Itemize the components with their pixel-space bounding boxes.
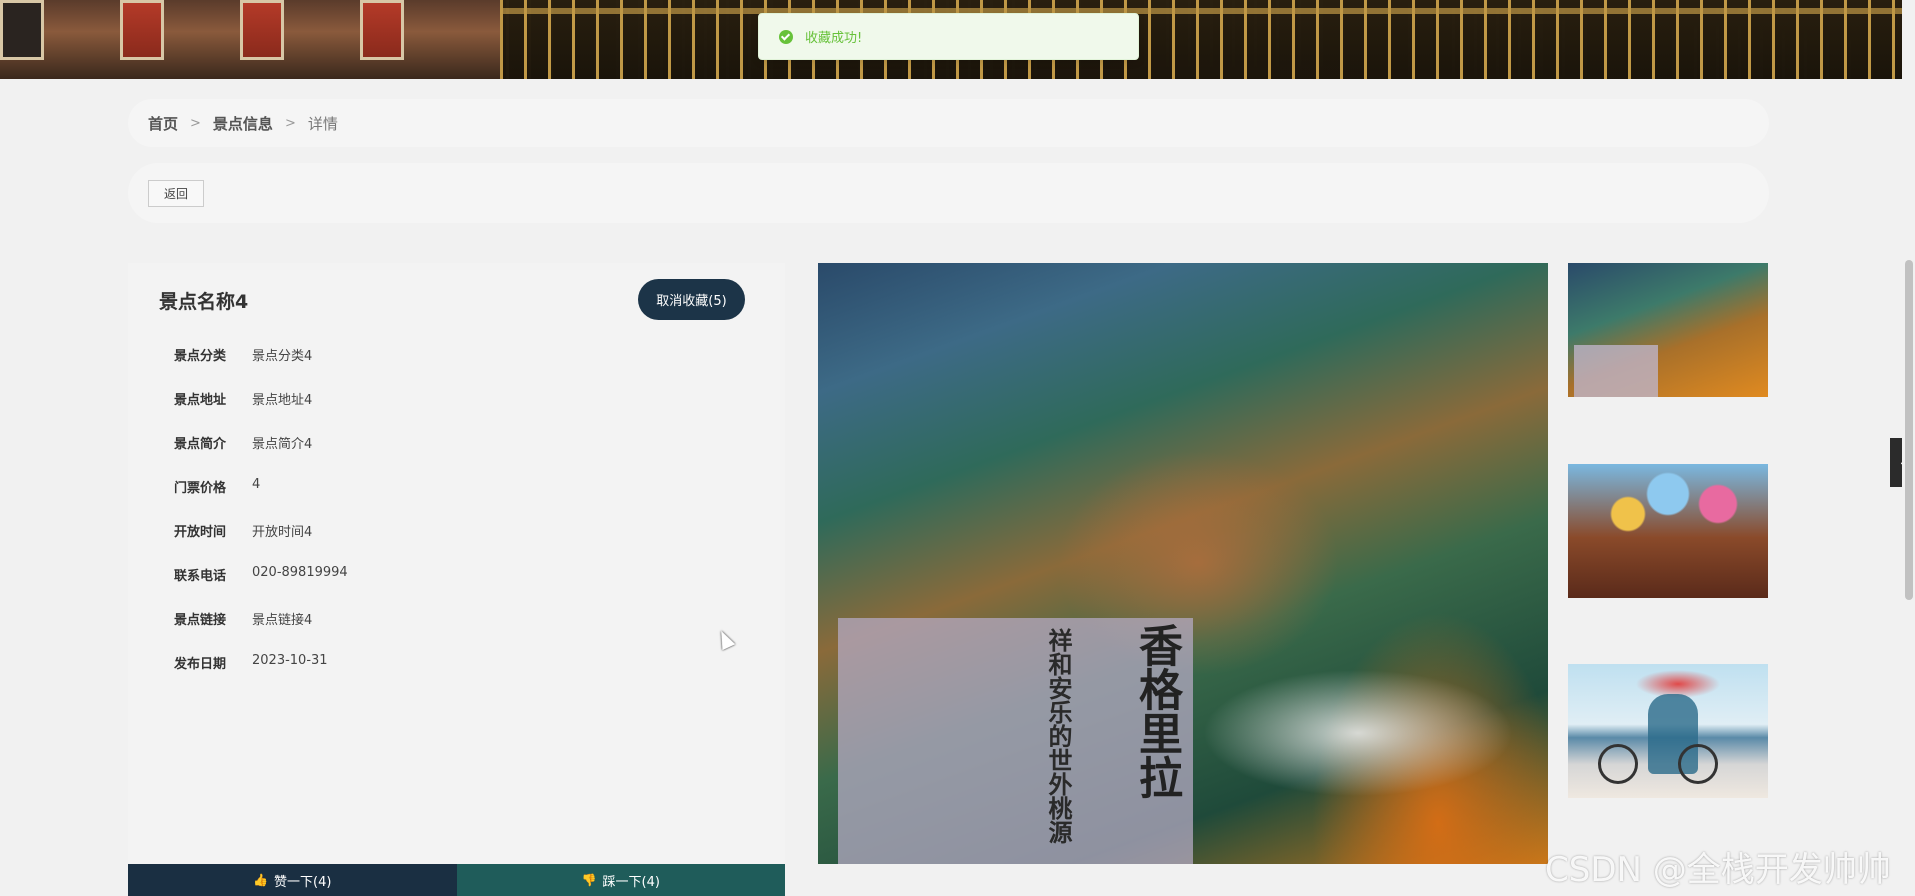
detail-field-row: 门票价格 4: [174, 477, 348, 521]
field-label: 发布日期: [174, 657, 227, 672]
thumbnail-image-1[interactable]: [1568, 263, 1768, 397]
hero-window: [360, 0, 404, 60]
page-scrollbar[interactable]: [1902, 0, 1915, 896]
detail-field-row: 景点链接 景点链接4: [174, 609, 348, 653]
detail-field-list: 景点分类 景点分类4 景点地址 景点地址4 景点简介 景点简介4 门票价格 4 …: [174, 345, 348, 697]
detail-field-row: 联系电话 020-89819994: [174, 565, 348, 609]
field-label: 景点分类: [174, 349, 227, 364]
field-label: 联系电话: [174, 569, 227, 584]
field-value: 020-89819994: [252, 565, 348, 580]
field-value: 景点简介4: [252, 437, 313, 452]
breadcrumb-current: 详情: [307, 114, 338, 133]
thumbnail-image-2[interactable]: [1568, 464, 1768, 598]
hero-window: [240, 0, 284, 60]
image-caption: 祥和安乐的世外桃源: [1044, 628, 1073, 844]
field-label: 开放时间: [174, 525, 227, 540]
field-value: 景点地址4: [252, 393, 313, 408]
field-value: 2023-10-31: [252, 653, 328, 668]
main-scenic-image: 祥和安乐的世外桃源 香格里拉: [818, 263, 1548, 864]
toast-message: 收藏成功!: [805, 31, 863, 46]
field-value: 景点分类4: [252, 349, 313, 364]
breadcrumb-home[interactable]: 首页: [148, 113, 178, 134]
detail-info-panel: 景点名称4 取消收藏(5) 景点分类 景点分类4 景点地址 景点地址4 景点简介…: [128, 263, 785, 896]
scrollbar-thumb[interactable]: [1905, 260, 1913, 600]
breadcrumb-separator: >: [284, 115, 296, 131]
detail-title: 景点名称4: [159, 291, 249, 313]
thumbs-down-icon: 👎: [581, 873, 597, 887]
hero-building-facade: [0, 0, 500, 79]
field-label: 景点简介: [174, 437, 227, 452]
dislike-label: 踩一下(4): [602, 874, 660, 890]
bicycle-wheel: [1598, 744, 1638, 784]
field-label: 门票价格: [174, 481, 227, 496]
detail-field-row: 景点简介 景点简介4: [174, 433, 348, 477]
like-label: 赞一下(4): [274, 874, 332, 890]
thumbnail-plaque: [1574, 345, 1658, 397]
breadcrumb-separator: >: [190, 115, 201, 131]
bicycle-wheel: [1678, 744, 1718, 784]
check-circle-icon: [779, 29, 793, 44]
dislike-button[interactable]: 👎 踩一下(4): [456, 864, 785, 896]
thumbnail-image-3[interactable]: [1568, 664, 1768, 798]
detail-field-row: 开放时间 开放时间4: [174, 521, 348, 565]
field-label: 景点地址: [174, 393, 227, 408]
field-value: 开放时间4: [252, 525, 313, 540]
hero-golden-gate: [500, 0, 1902, 79]
thumbs-up-icon: 👍: [253, 873, 269, 887]
breadcrumb: 首页 > 景点信息 > 详情: [128, 99, 1769, 147]
field-value: 景点链接4: [252, 613, 313, 628]
watermark: CSDN @全栈开发帅帅: [1545, 850, 1891, 890]
field-label: 景点链接: [174, 613, 227, 628]
image-title: 香格里拉: [1131, 623, 1182, 799]
hero-window: [0, 0, 44, 60]
success-toast: 收藏成功!: [758, 13, 1139, 60]
action-bar: 返回: [128, 163, 1769, 223]
back-button[interactable]: 返回: [148, 179, 204, 207]
vote-bar: 👍 赞一下(4) 👎 踩一下(4): [128, 864, 785, 896]
like-button[interactable]: 👍 赞一下(4): [128, 864, 457, 896]
unfavorite-button[interactable]: 取消收藏(5): [638, 279, 745, 320]
breadcrumb-scenic-info[interactable]: 景点信息: [213, 113, 273, 134]
field-value: 4: [252, 477, 261, 492]
detail-field-row: 发布日期 2023-10-31: [174, 653, 348, 697]
hero-window: [120, 0, 164, 60]
detail-field-row: 景点地址 景点地址4: [174, 389, 348, 433]
detail-field-row: 景点分类 景点分类4: [174, 345, 348, 389]
